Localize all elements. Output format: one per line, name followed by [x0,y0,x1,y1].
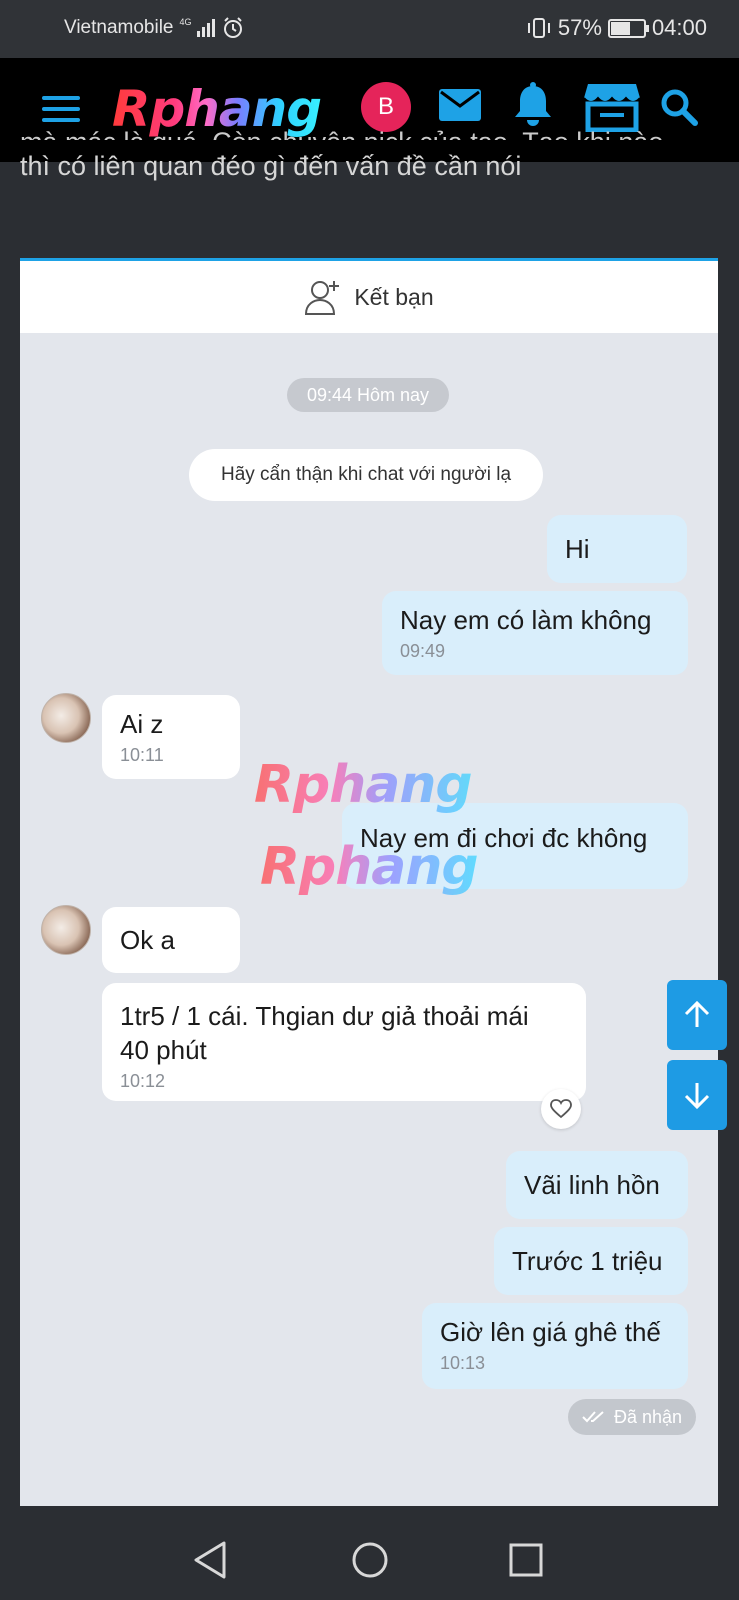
status-right: 57% 04:00 [526,15,707,41]
battery-icon [607,18,649,38]
watermark: Rphang [254,755,473,815]
message-text: Giờ lên giá ghê thế [440,1317,661,1347]
scroll-down-button[interactable] [667,1060,727,1130]
chat-screenshot: Kết bạn 09:44 Hôm nay Hãy cẩn thận khi c… [20,258,718,1506]
double-check-icon [582,1411,604,1423]
status-bar: Vietnamobile 4G 57% 04:00 [0,0,739,58]
scroll-up-button[interactable] [667,980,727,1050]
received-status: Đã nhận [568,1399,697,1435]
message-text: Trước 1 triệu [512,1246,663,1276]
message-time: 10:11 [120,745,164,765]
message-in[interactable]: Ok a [102,907,240,973]
contact-avatar[interactable] [41,693,91,743]
arrow-down-icon [684,1083,710,1110]
post-line: thì có liên quan đéo gì đến vấn đề cần n… [20,151,522,181]
message-text: Ok a [120,925,175,955]
message-out[interactable]: Vãi linh hồn [506,1151,688,1219]
carrier-name: Vietnamobile [64,17,174,38]
network-type: 4G [179,16,192,27]
date-pill: 09:44 Hôm nay [287,378,449,412]
status-left: Vietnamobile 4G [64,17,244,39]
vibrate-icon [527,18,550,38]
mail-icon[interactable] [438,88,482,122]
contact-avatar[interactable] [41,905,91,955]
battery-percent: 57% [557,15,602,40]
signal-icon [196,19,215,37]
message-text: 1tr5 / 1 cái. Thgian dư giả thoải mái 40… [120,1001,529,1065]
heart-icon[interactable] [541,1089,581,1129]
message-in[interactable]: Ai z 10:11 [102,695,240,779]
message-out[interactable]: Giờ lên giá ghê thế 10:13 [422,1303,688,1389]
message-in[interactable]: 1tr5 / 1 cái. Thgian dư giả thoải mái 40… [102,983,586,1101]
alarm-icon [223,17,242,38]
clock: 04:00 [651,15,707,40]
search-icon[interactable] [660,88,698,126]
arrow-up-icon [684,1000,710,1027]
message-out[interactable]: Trước 1 triệu [494,1227,688,1295]
add-friend-bar[interactable]: Kết bạn [20,261,718,333]
home-icon[interactable] [350,1540,390,1580]
message-time: 10:13 [440,1353,486,1373]
message-time: 09:49 [400,641,446,661]
message-out[interactable]: Nay em có làm không 09:49 [382,591,688,675]
watermark: Rphang [260,837,479,897]
recents-icon[interactable] [508,1542,544,1578]
safety-notice: Hãy cẩn thận khi chat với người lạ [189,449,543,501]
message-time: 10:12 [120,1071,166,1091]
add-user-icon [305,281,340,315]
message-text: Vãi linh hồn [524,1170,660,1200]
battery-fill [610,21,631,35]
post-line-cut: mà mác là quá. Còn chuyện nick của tao. … [20,118,663,140]
message-out[interactable]: Hi [547,515,687,583]
message-text: Ai z [120,709,164,739]
message-text: Hi [565,534,590,564]
system-nav-bar [0,1520,739,1600]
back-icon[interactable] [192,1540,228,1580]
status-text: Đã nhận [614,1407,683,1427]
add-friend-label: Kết bạn [354,283,434,310]
message-text: Nay em có làm không [400,605,652,635]
